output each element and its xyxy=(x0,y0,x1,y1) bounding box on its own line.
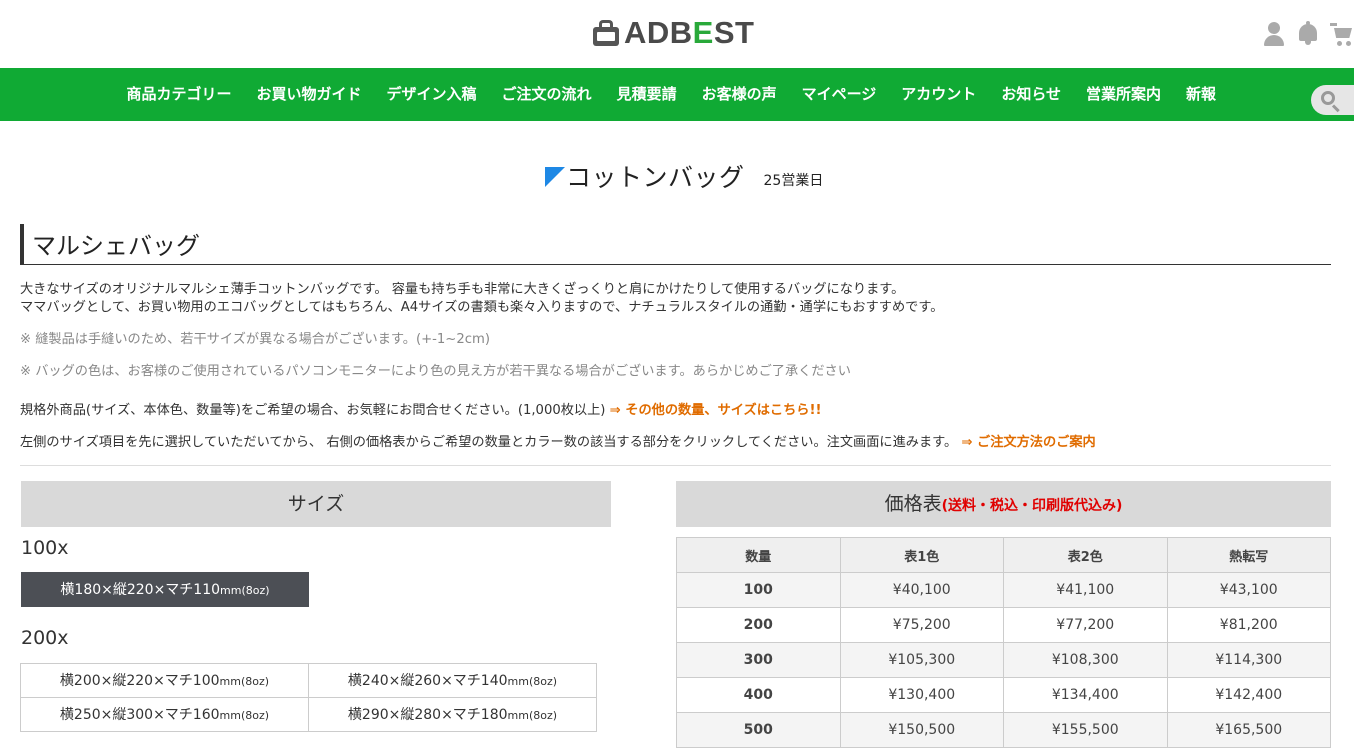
price-cell[interactable]: ¥40,100 xyxy=(839,572,1004,608)
price-cell[interactable]: ¥75,200 xyxy=(839,607,1004,643)
nav-item-offices[interactable]: 営業所案内 xyxy=(1074,68,1174,121)
size-option-290x280x180[interactable]: 横290×縦280×マチ180mm(8oz) xyxy=(308,697,597,732)
price-cell[interactable]: ¥130,400 xyxy=(839,677,1004,713)
price-cell[interactable]: ¥77,200 xyxy=(1003,607,1168,643)
order-instructions: 左側のサイズ項目を先に選択していただいてから、 右側の価格表からご希望の数量とカ… xyxy=(20,431,1096,450)
custom-order-text: 規格外商品(サイズ、本体色、数量等)をご希望の場合、お気軽にお問合せください。(… xyxy=(20,399,822,418)
price-cell[interactable]: ¥105,300 xyxy=(839,642,1004,678)
user-icon[interactable] xyxy=(1262,20,1286,48)
table-row: 200 ¥75,200 ¥77,200 ¥81,200 xyxy=(676,607,1331,643)
size-panel-header: サイズ xyxy=(21,481,611,527)
custom-order-link[interactable]: ⇒ その他の数量、サイズはこちら!! xyxy=(610,403,822,418)
size-option-label: 横250×縦300×マチ160 xyxy=(59,707,220,723)
size-option-label: 横200×縦220×マチ100 xyxy=(59,673,220,689)
price-cell[interactable]: ¥43,100 xyxy=(1166,572,1331,608)
bag-logo-icon xyxy=(592,19,620,47)
nav-item-design-upload[interactable]: デザイン入稿 xyxy=(374,68,489,121)
size-group-label-200: 200x xyxy=(21,627,69,649)
nav-item-new[interactable]: 新報 xyxy=(1174,68,1229,121)
size-option-200x220x100[interactable]: 横200×縦220×マチ100mm(8oz) xyxy=(20,663,309,698)
search-button[interactable] xyxy=(1311,85,1354,115)
size-option-label: 横290×縦280×マチ180 xyxy=(347,707,508,723)
price-panel-header: 価格表(送料・税込・印刷版代込み) xyxy=(676,481,1331,527)
nav-item-account[interactable]: アカウント xyxy=(889,68,989,121)
col-header-heat-transfer: 熱転写 xyxy=(1166,537,1331,573)
size-option-unit: mm(8oz) xyxy=(507,709,558,722)
logo-text: ADBEST xyxy=(624,15,755,50)
qty-cell: 100 xyxy=(676,572,841,608)
product-title-row: コットンバッグ 25営業日 xyxy=(545,162,823,194)
nav-item-order-flow[interactable]: ご注文の流れ xyxy=(489,68,604,121)
size-option-unit: mm(8oz) xyxy=(219,675,270,688)
price-cell[interactable]: ¥134,400 xyxy=(1003,677,1168,713)
nav-item-shopping-guide[interactable]: お買い物ガイド xyxy=(244,68,374,121)
product-name: コットンバッグ xyxy=(566,163,745,192)
size-option-180x220x110[interactable]: 横180×縦220×マチ110mm(8oz) xyxy=(21,572,309,607)
qty-cell: 400 xyxy=(676,677,841,713)
col-header-qty: 数量 xyxy=(676,537,841,573)
col-header-2color: 表2色 xyxy=(1003,537,1168,573)
section-heading: マルシェバッグ xyxy=(20,224,1331,265)
table-row: 300 ¥105,300 ¥108,300 ¥114,300 xyxy=(676,642,1331,678)
price-cell[interactable]: ¥155,500 xyxy=(1003,712,1168,748)
cart-icon[interactable] xyxy=(1330,20,1354,48)
price-cell[interactable]: ¥108,300 xyxy=(1003,642,1168,678)
description-line-2: ママバッグとして、お買い物用のエコバッグとしてはもちろん、A4サイズの書類も楽々… xyxy=(20,300,944,315)
price-cell[interactable]: ¥165,500 xyxy=(1166,712,1331,748)
table-row: 400 ¥130,400 ¥134,400 ¥142,400 xyxy=(676,677,1331,713)
price-cell[interactable]: ¥142,400 xyxy=(1166,677,1331,713)
lead-time: 25営業日 xyxy=(763,173,824,189)
order-guide-link[interactable]: ⇒ ご注文方法のご案内 xyxy=(961,435,1095,450)
price-table: 数量 表1色 表2色 熱転写 100 ¥40,100 ¥41,100 ¥43,1… xyxy=(676,537,1331,748)
custom-order-label: 規格外商品(サイズ、本体色、数量等)をご希望の場合、お気軽にお問合せください。(… xyxy=(20,403,610,418)
note-color: ※ バッグの色は、お客様のご使用されているパソコンモニターにより色の見え方が若干… xyxy=(20,364,851,379)
qty-cell: 500 xyxy=(676,712,841,748)
size-option-240x260x140[interactable]: 横240×縦260×マチ140mm(8oz) xyxy=(308,663,597,698)
table-row: 100 ¥40,100 ¥41,100 ¥43,100 xyxy=(676,572,1331,608)
adbest-logo[interactable]: ADBEST xyxy=(592,16,754,50)
size-option-label: 横180×縦220×マチ110 xyxy=(60,582,221,598)
nav-list: 商品カテゴリー お買い物ガイド デザイン入稿 ご注文の流れ 見積要請 お客様の声… xyxy=(114,68,1229,121)
bell-icon[interactable] xyxy=(1296,20,1320,48)
note-sewing: ※ 縫製品は手縫いのため、若干サイズが異なる場合がございます。(+-1~2cm) xyxy=(20,332,490,347)
nav-item-mypage[interactable]: マイページ xyxy=(789,68,889,121)
nav-item-news[interactable]: お知らせ xyxy=(989,68,1074,121)
price-panel-note: (送料・税込・印刷版代込み) xyxy=(941,498,1123,514)
order-instructions-label: 左側のサイズ項目を先に選択していただいてから、 右側の価格表からご希望の数量とカ… xyxy=(20,435,962,450)
title-triangle-icon xyxy=(545,167,565,187)
section-title: マルシェバッグ xyxy=(32,232,200,260)
size-option-unit: mm(8oz) xyxy=(219,709,270,722)
qty-cell: 300 xyxy=(676,642,841,678)
header-icons xyxy=(1262,20,1354,48)
main-nav: 商品カテゴリー お買い物ガイド デザイン入稿 ご注文の流れ 見積要請 お客様の声… xyxy=(0,68,1354,121)
size-option-unit: mm(8oz) xyxy=(507,675,558,688)
size-option-250x300x160[interactable]: 横250×縦300×マチ160mm(8oz) xyxy=(20,697,309,732)
divider xyxy=(20,465,1331,466)
price-cell[interactable]: ¥81,200 xyxy=(1166,607,1331,643)
nav-item-categories[interactable]: 商品カテゴリー xyxy=(114,68,244,121)
table-row: 500 ¥150,500 ¥155,500 ¥165,500 xyxy=(676,712,1331,748)
size-option-unit: mm(8oz) xyxy=(220,584,270,597)
site-header: ADBEST xyxy=(0,0,1354,68)
size-group-label-100: 100x xyxy=(21,537,69,559)
table-header-row: 数量 表1色 表2色 熱転写 xyxy=(676,537,1331,573)
price-panel-title: 価格表 xyxy=(884,493,942,515)
col-header-1color: 表1色 xyxy=(839,537,1004,573)
description-line-1: 大きなサイズのオリジナルマルシェ薄手コットンバッグです。 容量も持ち手も非常に大… xyxy=(20,282,905,297)
size-option-label: 横240×縦260×マチ140 xyxy=(347,673,508,689)
nav-item-quote[interactable]: 見積要請 xyxy=(604,68,689,121)
nav-item-reviews[interactable]: お客様の声 xyxy=(689,68,789,121)
price-cell[interactable]: ¥114,300 xyxy=(1166,642,1331,678)
qty-cell: 200 xyxy=(676,607,841,643)
price-cell[interactable]: ¥150,500 xyxy=(839,712,1004,748)
price-cell[interactable]: ¥41,100 xyxy=(1003,572,1168,608)
